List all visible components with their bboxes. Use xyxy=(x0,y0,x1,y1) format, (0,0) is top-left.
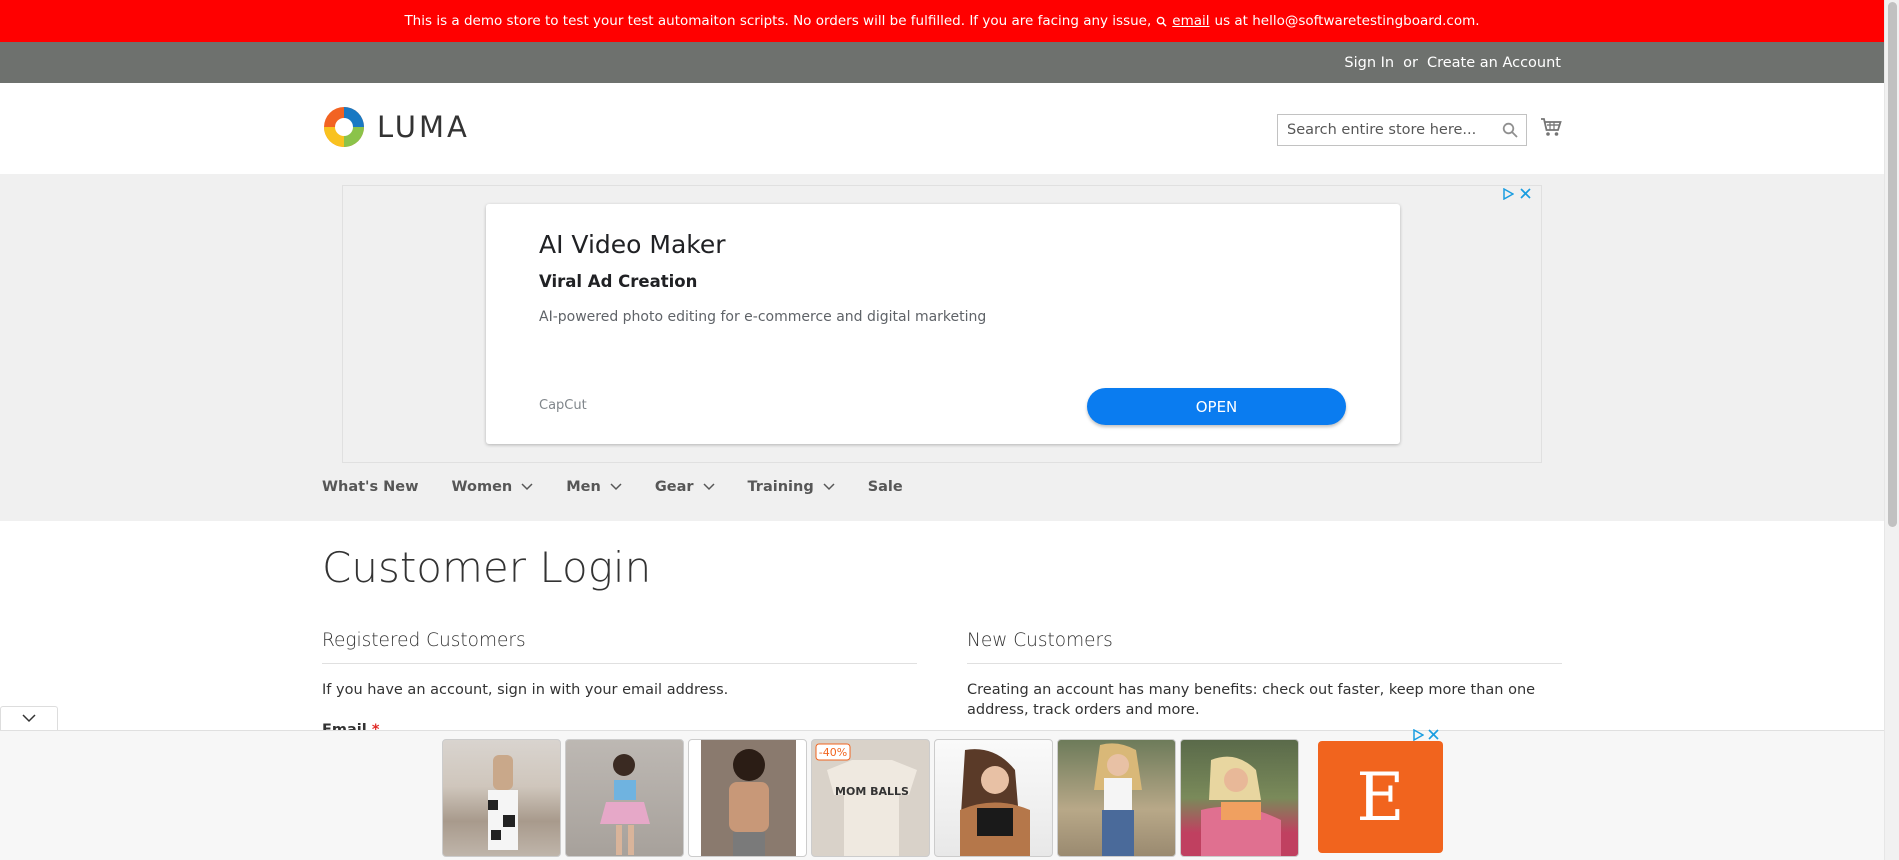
search-button-icon[interactable] xyxy=(1502,122,1518,138)
product-thumbnail[interactable] xyxy=(442,739,561,857)
ad-description: AI-powered photo editing for e-commerce … xyxy=(539,309,987,325)
luma-logo-icon xyxy=(324,107,364,147)
create-account-link[interactable]: Create an Account xyxy=(1427,55,1561,71)
nav-label: Sale xyxy=(867,479,903,495)
demo-notice-banner: This is a demo store to test your test a… xyxy=(0,0,1884,42)
bottom-ad-bar: MOM BALLS -40% E xyxy=(0,729,1884,860)
nav-item-women[interactable]: Women xyxy=(452,479,534,495)
main-navigation: What's New Women Men Gear Training Sale xyxy=(322,472,936,502)
search-box xyxy=(1277,114,1527,146)
page-title: Customer Login xyxy=(322,543,652,592)
product-thumbnail[interactable] xyxy=(1180,739,1299,857)
product-image-icon xyxy=(960,749,1030,856)
nav-label: Men xyxy=(566,479,601,495)
scrollbar-thumb[interactable] xyxy=(1888,2,1897,527)
discount-badge: -40% xyxy=(819,746,847,759)
search-icon xyxy=(1156,16,1167,27)
close-icon[interactable] xyxy=(1428,729,1439,740)
panel-header: Sign In or Create an Account xyxy=(0,42,1884,83)
logo[interactable]: LUMA xyxy=(322,105,470,149)
ad-subtitle: Viral Ad Creation xyxy=(539,272,698,291)
site-header: LUMA xyxy=(0,83,1884,174)
ad-card[interactable]: AI Video Maker Viral Ad Creation AI-powe… xyxy=(486,204,1400,444)
nav-item-whats-new[interactable]: What's New xyxy=(322,479,419,495)
nav-label: Women xyxy=(451,479,513,495)
banner-text: This is a demo store to test your test a… xyxy=(404,13,1152,29)
nav-item-men[interactable]: Men xyxy=(566,479,622,495)
chevron-down-icon xyxy=(610,483,622,491)
registered-customers-text: If you have an account, sign in with you… xyxy=(322,682,729,698)
close-icon[interactable] xyxy=(1520,188,1531,199)
registered-customers-block: Registered Customers If you have an acco… xyxy=(322,630,917,700)
ad-title: AI Video Maker xyxy=(539,230,726,259)
etsy-logo[interactable]: E xyxy=(1318,741,1443,853)
email-link[interactable]: email xyxy=(1172,13,1209,29)
ad-choices-icon[interactable] xyxy=(1502,188,1514,200)
search-input[interactable] xyxy=(1287,122,1497,138)
product-image-icon xyxy=(729,749,769,856)
chevron-down-icon xyxy=(521,483,533,491)
registered-customers-title: Registered Customers xyxy=(322,630,917,664)
bottom-ad-choices[interactable] xyxy=(1412,729,1439,741)
ad-area: AI Video Maker Viral Ad Creation AI-powe… xyxy=(0,174,1884,521)
product-thumbnail[interactable] xyxy=(565,739,684,857)
product-thumbnail[interactable] xyxy=(688,739,807,857)
sign-in-link[interactable]: Sign In xyxy=(1344,55,1394,71)
product-image-icon xyxy=(1201,756,1281,856)
chevron-down-icon xyxy=(22,714,36,723)
new-customers-title: New Customers xyxy=(967,630,1562,664)
new-customers-text: Creating an account has many benefits: c… xyxy=(967,682,1536,718)
product-image-icon: MOM BALLS -40% xyxy=(815,743,917,856)
product-image-icon xyxy=(488,755,518,850)
product-thumbnail[interactable] xyxy=(1057,739,1176,857)
product-image-icon xyxy=(1094,743,1142,856)
ad-thumbnails: MOM BALLS -40% xyxy=(442,739,1299,857)
chevron-down-icon xyxy=(823,483,835,491)
new-customers-block: New Customers Creating an account has ma… xyxy=(967,630,1562,720)
header-links: Sign In or Create an Account xyxy=(1344,42,1561,83)
ad-choices-icon[interactable] xyxy=(1412,729,1424,741)
nav-label: What's New xyxy=(322,479,419,495)
ad-open-button[interactable]: OPEN xyxy=(1087,388,1346,425)
logo-text: LUMA xyxy=(377,110,470,144)
cart-icon[interactable] xyxy=(1540,117,1562,137)
nav-label: Training xyxy=(747,479,814,495)
nav-item-training[interactable]: Training xyxy=(748,479,835,495)
banner-text-after: us at hello@softwaretestingboard.com. xyxy=(1214,13,1480,29)
chevron-down-icon xyxy=(702,483,715,491)
nav-label: Gear xyxy=(654,479,694,495)
ad-brand: CapCut xyxy=(539,398,587,413)
product-thumbnail[interactable] xyxy=(934,739,1053,857)
collapse-ad-toggle[interactable] xyxy=(0,706,58,730)
etsy-letter: E xyxy=(1356,758,1405,836)
ad-choices[interactable] xyxy=(1502,188,1531,200)
shirt-text: MOM BALLS xyxy=(835,785,909,798)
ad-frame: AI Video Maker Viral Ad Creation AI-powe… xyxy=(342,185,1542,463)
or-separator: or xyxy=(1403,54,1418,71)
product-image-icon xyxy=(600,754,650,855)
nav-item-gear[interactable]: Gear xyxy=(655,479,715,495)
product-thumbnail[interactable]: MOM BALLS -40% xyxy=(811,739,930,857)
page-scrollbar[interactable] xyxy=(1884,0,1899,860)
nav-item-sale[interactable]: Sale xyxy=(868,479,903,495)
